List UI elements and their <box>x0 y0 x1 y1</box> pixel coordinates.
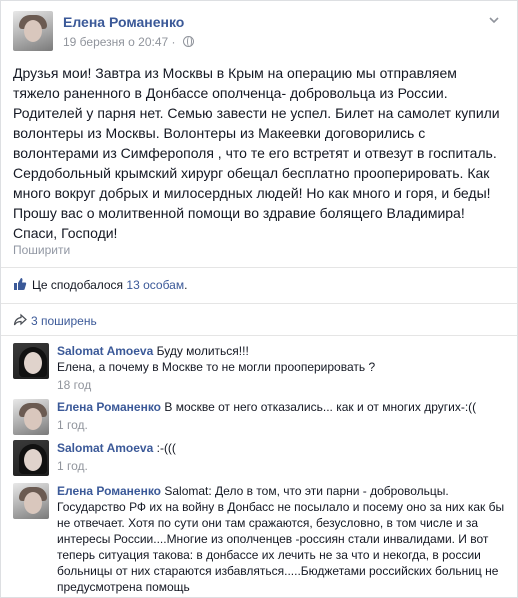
comment-body: Елена Романенко Salomat: Дело в том, что… <box>57 483 507 595</box>
shares-link[interactable]: 3 поширень <box>13 313 97 328</box>
comment-body: Salomat Amoeva Буду молиться!!! Елена, а… <box>57 343 507 393</box>
post-header: Елена Романенко 19 березня о 20:47 · <box>13 11 505 57</box>
share-post-link[interactable]: Поширити <box>13 243 70 257</box>
comment-author[interactable]: Salomat Amoeva <box>57 344 153 358</box>
divider <box>1 267 517 268</box>
shares-label: 3 поширень <box>31 314 97 328</box>
comment-text: Salomat: Дело в том, что эти парни - доб… <box>57 484 505 594</box>
comment-time[interactable]: 18 год <box>57 377 507 393</box>
comment-time[interactable]: 1 год. <box>57 417 507 433</box>
post-text: Друзья мои! Завтра из Москвы в Крым на о… <box>13 65 500 241</box>
comment-item: Salomat Amoeva Буду молиться!!! Елена, а… <box>13 343 507 393</box>
comment-author[interactable]: Елена Романенко <box>57 400 161 414</box>
comment-text: В москве от него отказались... как и от … <box>164 400 477 414</box>
post-date[interactable]: 19 березня о 20:47 <box>63 35 168 49</box>
globe-icon[interactable] <box>182 36 194 47</box>
comment-item: Елена Романенко Salomat: Дело в том, что… <box>13 483 507 597</box>
post-meta: 19 березня о 20:47 · <box>63 35 194 49</box>
likes-suffix: . <box>184 278 188 292</box>
commenter-avatar[interactable] <box>13 343 49 379</box>
comment-author[interactable]: Елена Романенко <box>57 484 161 498</box>
comment-item: Елена Романенко В москве от него отказал… <box>13 399 507 435</box>
comment-item: Salomat Amoeva :-((( 1 год. <box>13 440 507 476</box>
commenter-avatar[interactable] <box>13 440 49 476</box>
comment-text: :-((( <box>156 441 176 455</box>
likes-count-link[interactable]: 13 особам <box>126 278 184 292</box>
divider <box>1 335 517 336</box>
likes-summary: Це сподобалося 13 особам. <box>13 277 187 295</box>
date-separator: · <box>171 35 176 49</box>
divider <box>1 303 517 304</box>
comment-body: Salomat Amoeva :-((( 1 год. <box>57 440 507 474</box>
commenter-avatar[interactable] <box>13 399 49 435</box>
post-card: Елена Романенко 19 березня о 20:47 · Дру… <box>0 0 518 598</box>
comment-body: Елена Романенко В москве от него отказал… <box>57 399 507 433</box>
likes-prefix: Це сподобалося <box>32 278 124 292</box>
author-name[interactable]: Елена Романенко <box>63 14 184 30</box>
comment-time[interactable]: 1 год. <box>57 458 507 474</box>
share-icon <box>13 313 27 326</box>
thumbs-up-icon <box>14 278 27 290</box>
author-avatar[interactable] <box>13 11 53 51</box>
comment-author[interactable]: Salomat Amoeva <box>57 441 153 455</box>
chevron-down-icon[interactable] <box>485 13 503 31</box>
commenter-avatar[interactable] <box>13 483 49 519</box>
